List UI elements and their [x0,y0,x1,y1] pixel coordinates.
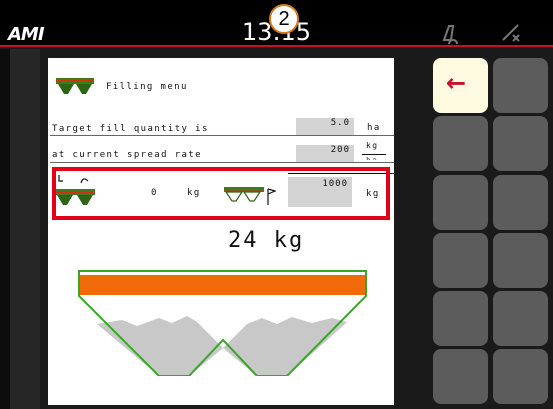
softkey-2a[interactable] [433,116,488,171]
left-margin [0,49,40,409]
softkey-6b[interactable] [493,349,548,404]
softkey-5a[interactable] [433,291,488,346]
softkey-5b[interactable] [493,291,548,346]
hopper-weight: 24 kg [228,228,305,253]
target-fill-unit: ha [367,123,381,133]
filling-menu-panel: Filling menu Target fill quantity is 5.0… [48,58,394,405]
spread-rate-field[interactable]: 200 [296,145,354,162]
gps-icon[interactable] [500,22,522,49]
highlight-frame [52,167,390,220]
softkey-3b[interactable] [493,175,548,230]
divider [50,162,394,163]
spread-rate-label: at current spread rate [52,150,203,160]
spread-rate-unit-top: kg [366,141,379,150]
callout-marker: 2 [269,4,299,34]
arrow-left-icon: ← [446,69,467,97]
softkey-2b[interactable] [493,116,548,171]
divider [50,135,394,136]
softkey-4b[interactable] [493,233,548,288]
machine-icon[interactable] [440,22,462,49]
page-title: Filling menu [106,82,188,92]
spread-rate-unit-bottom: ha [366,156,379,165]
target-fill-field[interactable]: 5.0 [296,118,354,135]
back-button[interactable]: ← [433,58,488,113]
spreader-icon [56,78,94,94]
softkey-bar: ← [433,58,548,406]
softkey-6a[interactable] [433,349,488,404]
softkey-3a[interactable] [433,175,488,230]
hopper-graphic [78,270,367,376]
softkey-4a[interactable] [433,233,488,288]
target-fill-label: Target fill quantity is [52,124,209,134]
status-bar: AMI 13:15 2 [0,0,553,49]
softkey-1b[interactable] [493,58,548,113]
